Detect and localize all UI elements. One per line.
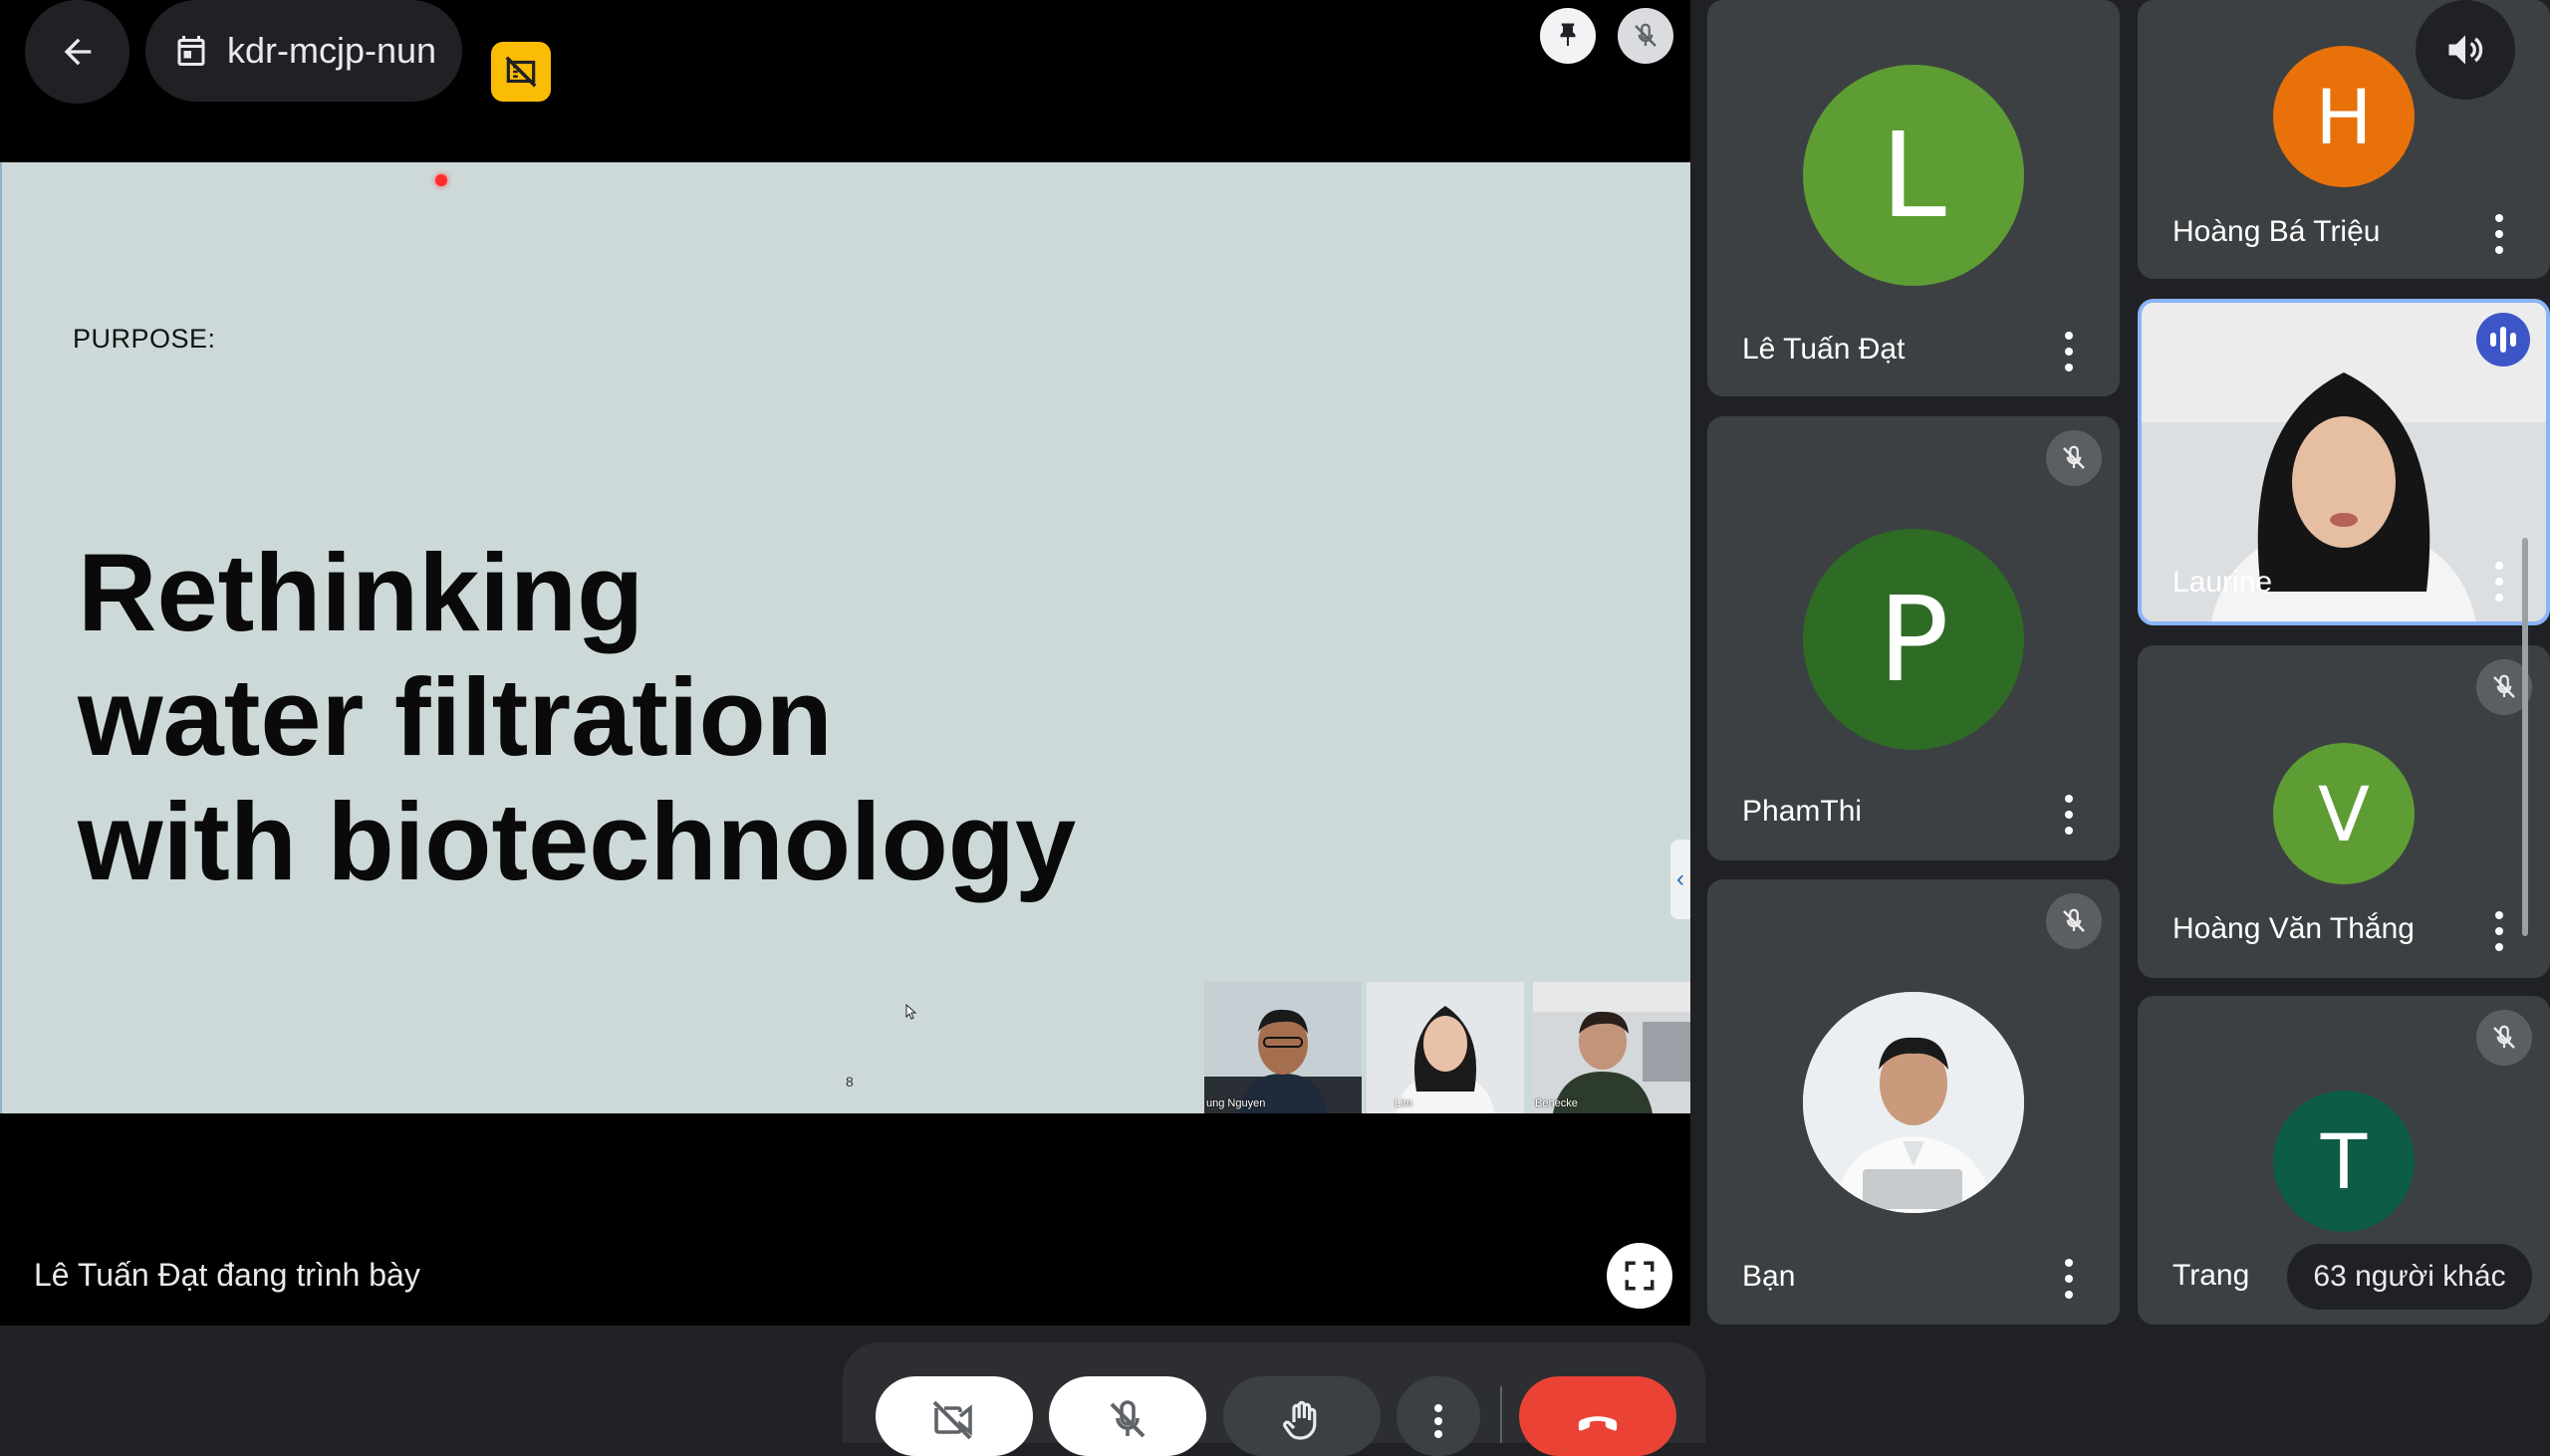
- mic-off-icon: [1110, 1400, 1146, 1438]
- participant-photo: [1803, 992, 2024, 1213]
- presenting-bar: [0, 1113, 1690, 1326]
- avatar-initial: P: [1878, 571, 1949, 708]
- recording-off-icon: [505, 56, 537, 88]
- participant-tile[interactable]: P PhamThi: [1707, 416, 2120, 860]
- avatar-initial: H: [2315, 72, 2373, 161]
- participant-name: Hoàng Bá Triệu: [2172, 215, 2381, 248]
- call-end-icon: [1578, 1416, 1618, 1431]
- avatar-initial: T: [2320, 1116, 2368, 1206]
- end-call-button[interactable]: [1519, 1376, 1676, 1456]
- thumbnail-label: ung Nguyen: [1206, 1097, 1266, 1109]
- mouse-cursor-icon: [905, 1004, 917, 1020]
- others-count-button[interactable]: 63 người khác: [2287, 1244, 2532, 1310]
- participant-muted-indicator: [2046, 430, 2102, 486]
- participant-name: Hoàng Văn Thắng: [2172, 912, 2415, 945]
- participant-tile-active-speaker[interactable]: Laurine: [2138, 299, 2550, 625]
- participant-muted-indicator: [2476, 1010, 2532, 1066]
- participant-more-button[interactable]: [2494, 911, 2504, 951]
- person-icon: [1367, 982, 1524, 1113]
- speaking-indicator-icon: [2476, 313, 2530, 366]
- person-icon: [1803, 992, 2024, 1213]
- participant-name: Bạn: [1742, 1260, 1796, 1293]
- others-count-label: 63 người khác: [2313, 1260, 2506, 1293]
- side-panel-toggle[interactable]: ‹: [1670, 840, 1690, 919]
- person-icon: [1204, 982, 1362, 1113]
- meeting-code-pill[interactable]: kdr-mcjp-nun: [145, 0, 462, 102]
- camera-toggle-button[interactable]: [876, 1376, 1033, 1456]
- mic-toggle-button[interactable]: [1049, 1376, 1206, 1456]
- slide-title-line: water filtration: [78, 656, 833, 779]
- presenter-mic-off-button[interactable]: [1618, 8, 1673, 64]
- participants-scrollbar[interactable]: [2522, 538, 2528, 936]
- mic-off-icon: [2493, 1025, 2515, 1049]
- more-vert-icon: [1433, 1404, 1443, 1438]
- slide-video-thumbnail: Benecke: [1533, 982, 1690, 1113]
- meeting-code: kdr-mcjp-nun: [227, 30, 437, 71]
- calendar-icon: [177, 36, 205, 66]
- participant-tile[interactable]: V Hoàng Văn Thắng: [2138, 645, 2550, 978]
- participant-avatar: H: [2273, 46, 2415, 187]
- thumbnail-label: Benecke: [1535, 1097, 1578, 1109]
- thumbnail-label: Lim: [1395, 1097, 1412, 1109]
- mic-off-icon: [2063, 445, 2085, 469]
- participant-avatar: V: [2273, 743, 2415, 884]
- slide-video-thumbnail: ung Nguyen: [1204, 982, 1362, 1113]
- avatar-initial: L: [1881, 107, 1946, 244]
- volume-icon: [2448, 35, 2483, 65]
- camera-off-icon: [932, 1400, 972, 1440]
- participant-avatar: P: [1803, 529, 2024, 750]
- back-button[interactable]: [25, 0, 129, 104]
- raise-hand-button[interactable]: [1223, 1376, 1381, 1456]
- participant-avatar: T: [2273, 1091, 2415, 1232]
- participant-more-button[interactable]: [2064, 1259, 2074, 1299]
- more-options-button[interactable]: [1397, 1376, 1480, 1456]
- controls-divider: [1500, 1386, 1502, 1443]
- presenting-status: Lê Tuấn Đạt đang trình bày: [34, 1257, 420, 1293]
- participant-more-button[interactable]: [2064, 795, 2074, 835]
- slide-video-thumbnail: Lim: [1367, 982, 1524, 1113]
- participant-more-button[interactable]: [2494, 214, 2504, 254]
- slide-label: PURPOSE:: [73, 324, 216, 354]
- fullscreen-icon: [1625, 1261, 1655, 1291]
- presentation-slide: PURPOSE: Rethinking water filtration wit…: [0, 162, 1690, 1113]
- arrow-left-icon: [64, 38, 91, 66]
- slide-page-number: 8: [846, 1074, 854, 1090]
- chevron-left-icon: ‹: [1676, 865, 1684, 892]
- raise-hand-icon: [1283, 1400, 1317, 1440]
- participant-more-button[interactable]: [2064, 332, 2074, 371]
- recording-badge[interactable]: [491, 42, 551, 102]
- avatar-initial: V: [2318, 769, 2370, 858]
- volume-button[interactable]: [2416, 0, 2515, 100]
- mic-off-icon: [1635, 23, 1657, 47]
- participant-tile[interactable]: T Trang 63 người khác: [2138, 996, 2550, 1325]
- fullscreen-button[interactable]: [1607, 1243, 1672, 1309]
- pin-icon: [1560, 23, 1576, 46]
- mic-off-icon: [2493, 674, 2515, 698]
- slide-title-line: with biotechnology: [78, 781, 1077, 903]
- participant-name: Lê Tuấn Đạt: [1742, 333, 1906, 365]
- slide-title: Rethinking water filtration with biotech…: [78, 531, 1076, 904]
- person-icon: [1533, 982, 1690, 1113]
- pin-button[interactable]: [1540, 8, 1596, 64]
- slide-title-line: Rethinking: [78, 532, 644, 654]
- mic-off-icon: [2063, 908, 2085, 932]
- participant-more-button[interactable]: [2494, 562, 2504, 602]
- participant-muted-indicator: [2046, 893, 2102, 949]
- participant-tile-self[interactable]: Bạn: [1707, 879, 2120, 1325]
- participant-avatar: L: [1803, 65, 2024, 286]
- participant-tile[interactable]: L Lê Tuấn Đạt: [1707, 0, 2120, 396]
- laser-pointer: [435, 174, 447, 186]
- participant-name: Trang: [2172, 1259, 2250, 1292]
- participant-name: Laurine: [2172, 566, 2273, 599]
- participant-name: PhamThi: [1742, 795, 1863, 828]
